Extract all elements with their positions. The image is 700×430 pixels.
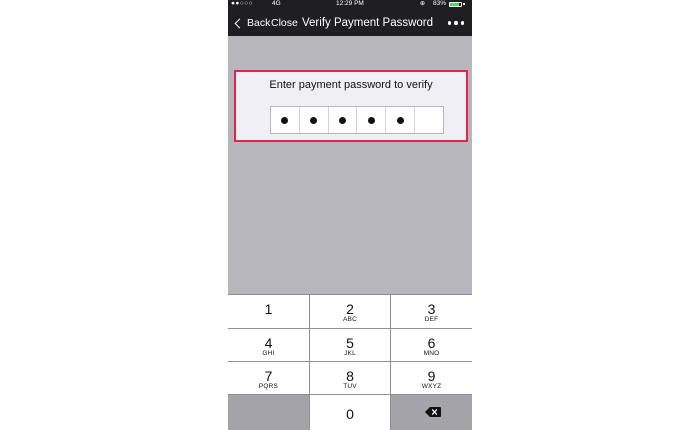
battery-icon	[449, 1, 462, 7]
verify-password-panel: Enter payment password to verify	[234, 70, 468, 142]
key-digit: 9	[427, 368, 436, 384]
key-digit: 5	[346, 335, 354, 351]
key-7[interactable]: 7 PQRS	[228, 362, 309, 394]
pin-cell	[357, 107, 387, 133]
back-button[interactable]: Back	[234, 15, 270, 31]
key-0[interactable]: 0	[310, 395, 390, 430]
key-digit: 1	[264, 301, 273, 317]
network-type: 4G	[272, 0, 281, 7]
key-letters: TUV	[343, 383, 357, 390]
clock: 12:29 PM	[336, 0, 364, 7]
pin-cell	[329, 107, 358, 133]
key-1[interactable]: 1	[228, 295, 309, 328]
pin-cell	[415, 107, 443, 133]
pin-cell	[300, 107, 329, 133]
key-4[interactable]: 4 GHI	[228, 329, 309, 361]
page-title: Verify Payment Password	[302, 17, 434, 29]
pin-dot	[339, 116, 347, 124]
close-button[interactable]: Close	[271, 15, 298, 31]
key-letters: WXYZ	[421, 383, 442, 390]
key-letters: ABC	[343, 316, 357, 323]
key-8[interactable]: 8 TUV	[310, 362, 390, 394]
backspace-icon	[425, 407, 441, 417]
back-label: Back	[247, 17, 271, 29]
key-digit: 3	[427, 301, 436, 317]
key-letters: MNO	[423, 350, 440, 357]
more-dot	[460, 21, 464, 25]
numeric-keypad: 1 2 ABC 3 DEF 4 GHI 5 JKL 6 MNO 7 PQRS 8	[228, 294, 472, 430]
status-bar: ●●○○○ 4G 12:29 PM ⊕ 83%	[228, 0, 472, 8]
orientation-lock-icon: ⊕	[420, 1, 426, 7]
battery-tip	[463, 3, 465, 5]
key-digit: 8	[346, 368, 354, 384]
pin-dot	[396, 116, 404, 124]
key-digit: 0	[346, 406, 354, 422]
key-letters: GHI	[262, 350, 275, 357]
navigation-bar: Back Close Verify Payment Password	[228, 8, 472, 36]
phone-screen: ●●○○○ 4G 12:29 PM ⊕ 83% Back Close Verif…	[228, 0, 472, 430]
key-letters: DEF	[424, 316, 439, 323]
key-3[interactable]: 3 DEF	[391, 295, 472, 328]
key-2[interactable]: 2 ABC	[310, 295, 390, 328]
key-5[interactable]: 5 JKL	[310, 329, 390, 361]
key-digit: 7	[264, 368, 273, 384]
signal-strength: ●●○○○	[231, 0, 254, 7]
key-letters: PQRS	[258, 383, 279, 390]
pin-dot	[281, 116, 289, 124]
key-letters: JKL	[344, 350, 356, 357]
key-9[interactable]: 9 WXYZ	[391, 362, 472, 394]
key-digit: 2	[346, 301, 354, 317]
key-digit: 4	[264, 335, 273, 351]
more-dot	[448, 21, 452, 25]
pin-dot	[310, 116, 318, 124]
pin-dot	[367, 116, 375, 124]
more-dots-icon[interactable]	[448, 15, 464, 31]
pin-cell	[386, 107, 416, 133]
pin-cell	[271, 107, 300, 133]
verify-prompt: Enter payment password to verify	[269, 79, 433, 91]
keypad-blank-key	[228, 395, 309, 430]
chevron-left-icon	[234, 18, 245, 28]
battery-fill	[450, 2, 460, 6]
battery-percent: 83%	[433, 0, 447, 7]
key-6[interactable]: 6 MNO	[391, 329, 472, 361]
key-digit: 6	[427, 335, 436, 351]
pin-input[interactable]	[270, 106, 444, 134]
backspace-button[interactable]	[391, 395, 472, 430]
more-dot	[454, 21, 458, 25]
